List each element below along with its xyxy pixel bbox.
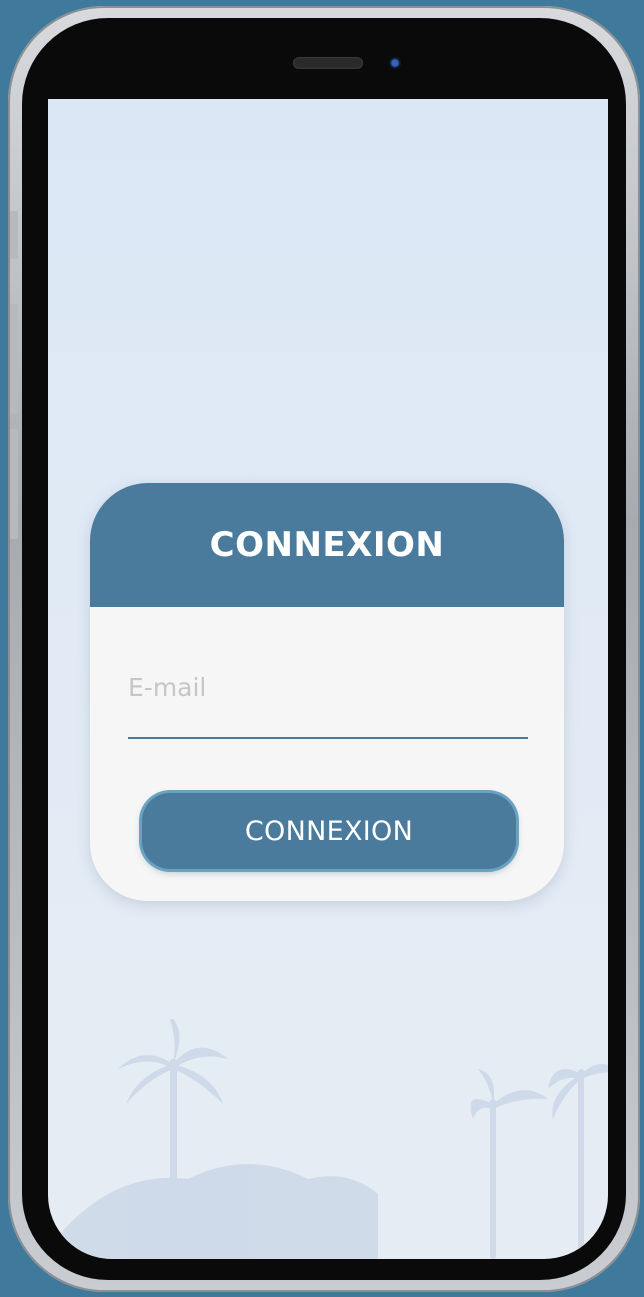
email-field[interactable] [128,659,528,739]
app-screen: CONNEXION CONNEXION [48,99,608,1259]
login-card: CONNEXION CONNEXION [90,483,564,901]
volume-down-button [10,429,18,539]
login-title: CONNEXION [209,525,445,565]
earpiece-speaker [293,57,363,69]
login-button[interactable]: CONNEXION [142,793,516,869]
front-camera-icon [389,57,401,69]
login-button-label: CONNEXION [244,815,414,847]
mute-switch [10,211,18,259]
palm-trees-icon [48,1019,608,1259]
email-input[interactable] [128,667,528,707]
volume-up-button [10,304,18,414]
login-card-header: CONNEXION [90,483,564,607]
